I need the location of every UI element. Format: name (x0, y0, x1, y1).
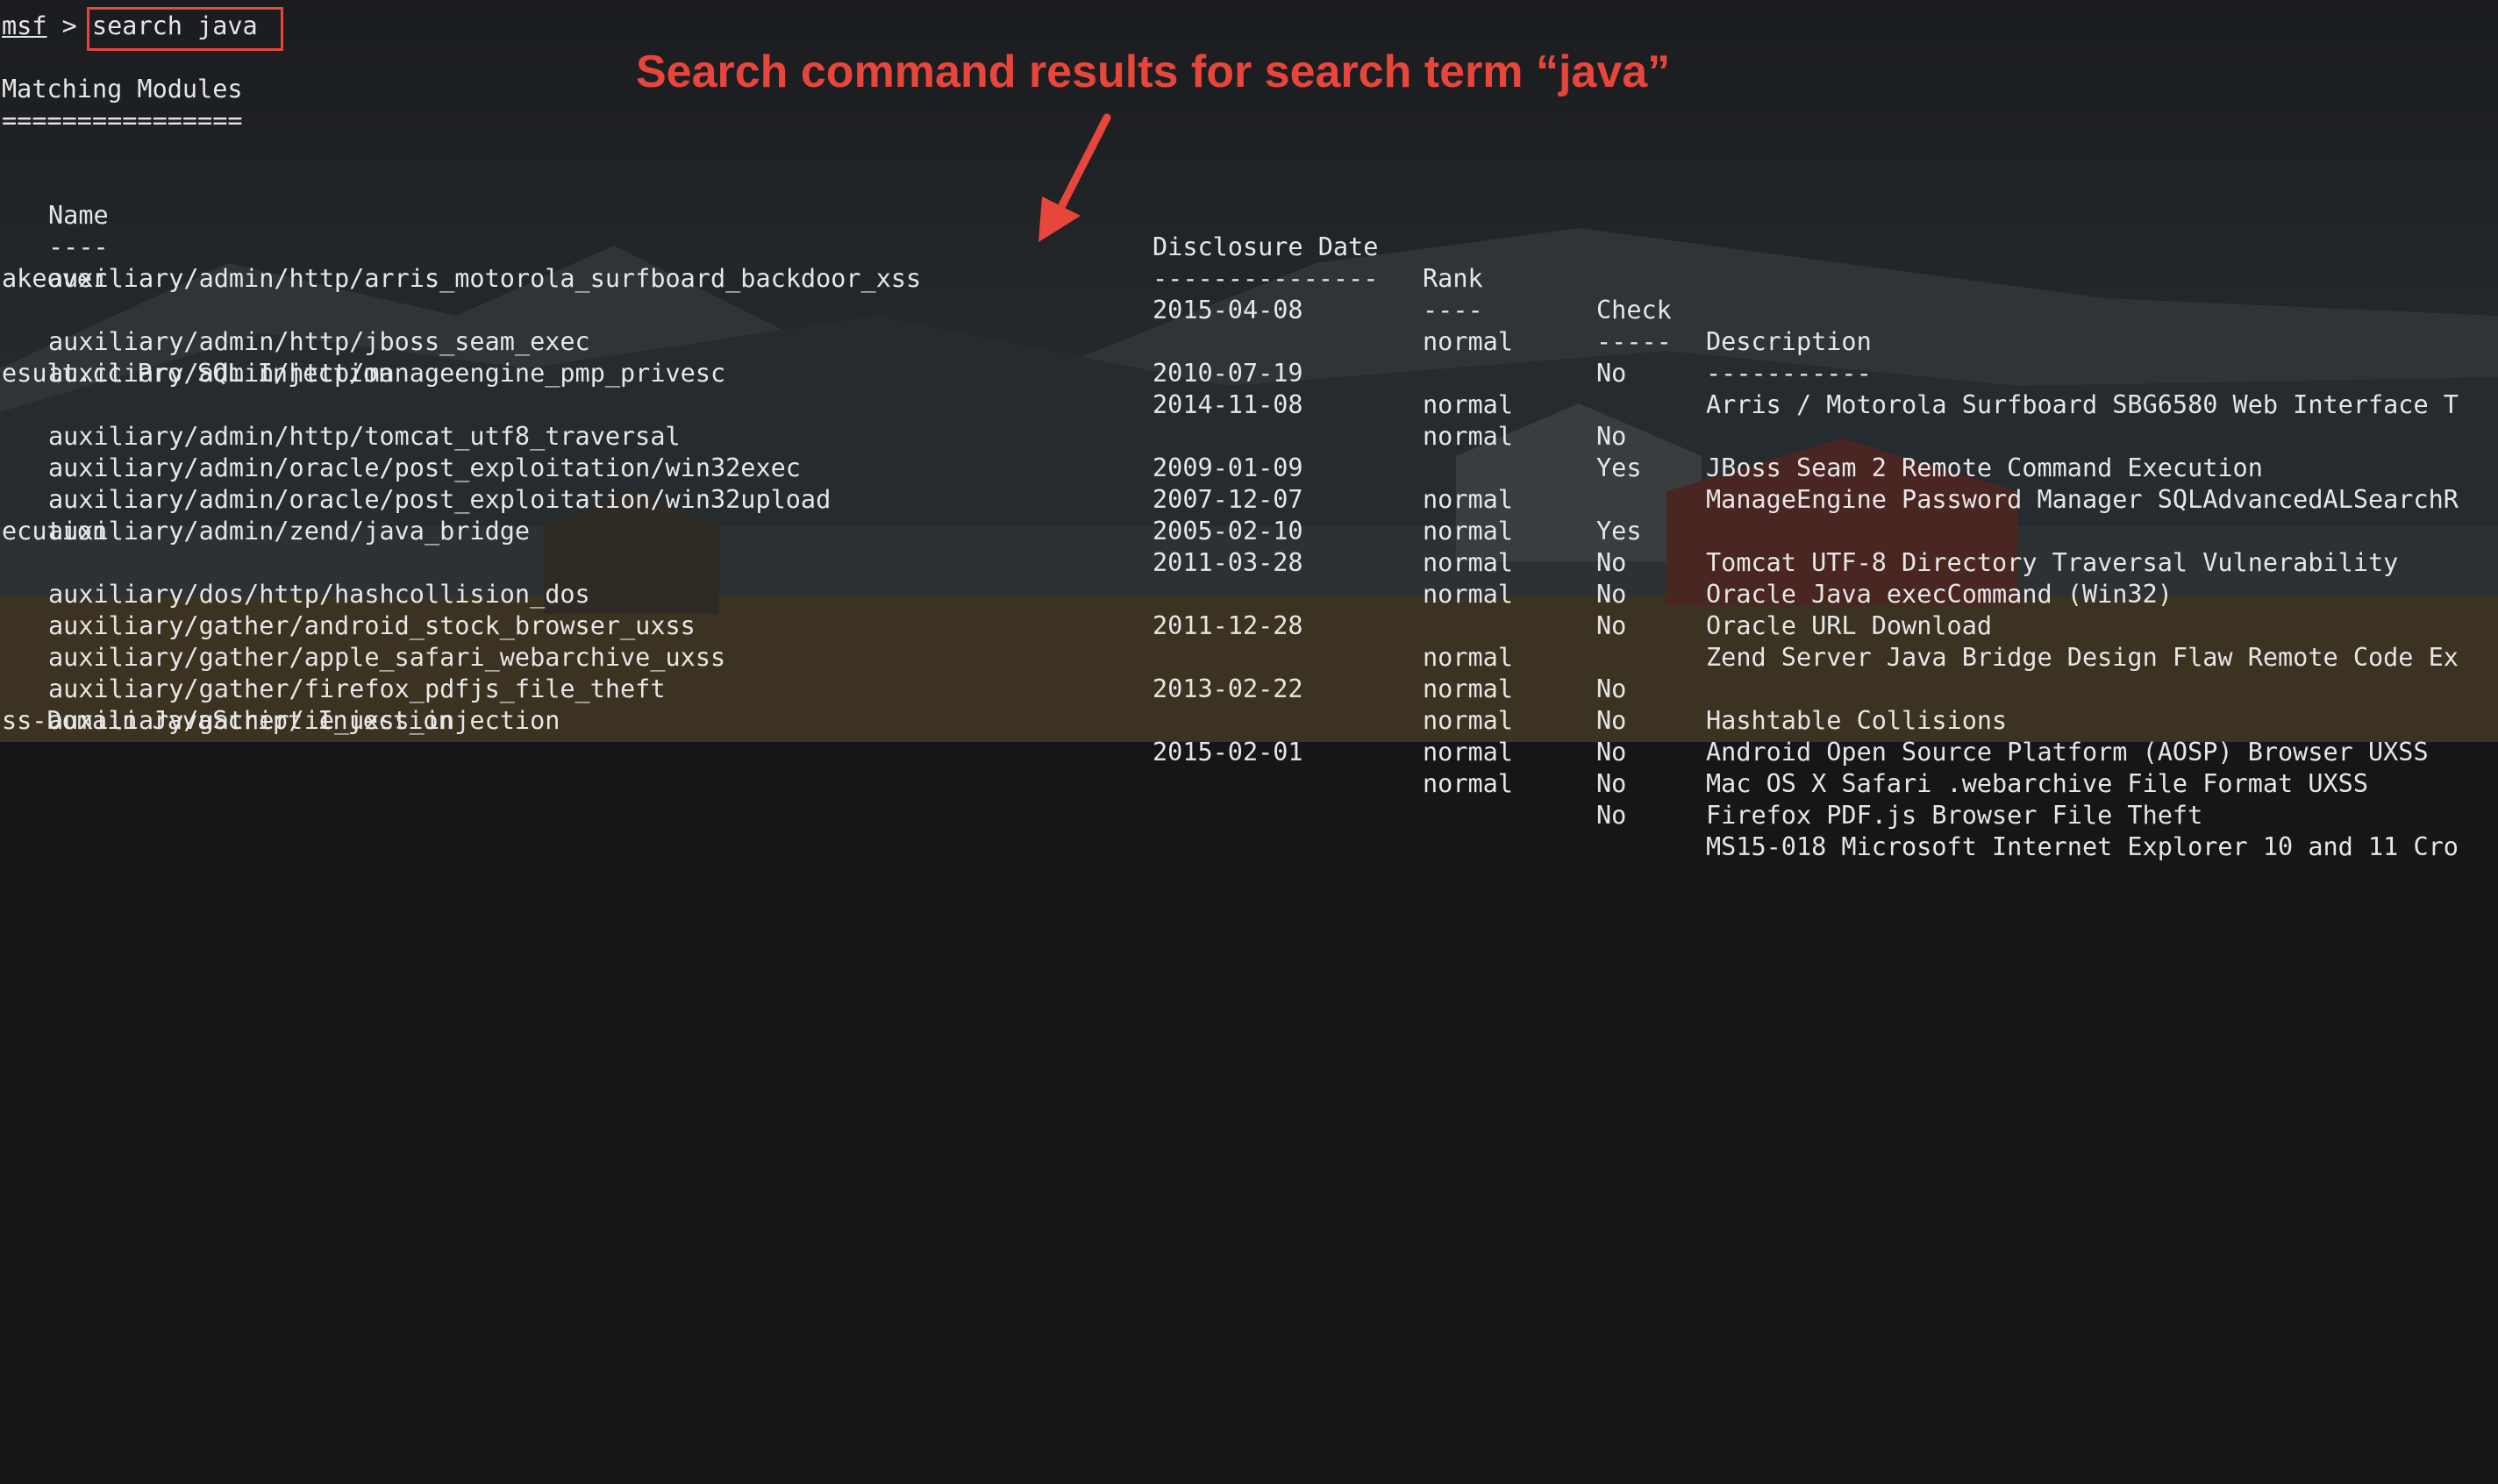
table-row: auxiliary/admin/http/jboss_seam_exec 201… (0, 295, 2498, 482)
disclosure-date: 2010-07-19 (1153, 359, 1303, 388)
description: Mac OS X Safari .webarchive File Format … (1706, 769, 2368, 798)
module-name: auxiliary/admin/http/arris_motorola_surf… (48, 264, 922, 293)
description-wrap: akeover (2, 264, 108, 293)
rank: normal (1423, 706, 1513, 735)
table-row: auxiliary/admin/http/tomcat_utf8_travers… (0, 389, 2498, 577)
check: No (1596, 769, 1627, 798)
table-row: auxiliary/gather/apple_safari_webarchive… (0, 610, 2498, 798)
check: No (1596, 738, 1627, 767)
description: Hashtable Collisions (1706, 706, 2008, 735)
description-wrap: esult.cc Pro SQL Injection (2, 359, 394, 388)
description: Firefox PDF.js Browser File Theft (1706, 801, 2203, 830)
table-row: auxiliary/admin/oracle/post_exploitation… (0, 453, 2498, 640)
description-wrap: ecution (2, 517, 108, 546)
underline-date: --------------- (1153, 264, 1379, 293)
table-header-row: Name Disclosure Date Rank Check Descript… (0, 168, 2498, 356)
table-row: auxiliary/admin/http/arris_motorola_surf… (0, 232, 2498, 419)
table-row: auxiliary/gather/android_stock_browser_u… (0, 579, 2498, 767)
table-row: auxiliary/admin/zend/java_bridge 2011-03… (0, 484, 2498, 672)
table-row: auxiliary/gather/ie_uxss_injection 2015-… (0, 674, 2498, 861)
underline-description: ----------- (1706, 359, 1872, 388)
table-row: auxiliary/gather/firefox_pdfjs_file_thef… (0, 642, 2498, 830)
table-underline-row: ---- --------------- ---- ----- --------… (0, 200, 2498, 388)
check: No (1596, 801, 1627, 830)
description: Android Open Source Platform (AOSP) Brow… (1706, 738, 2429, 767)
table-row: auxiliary/admin/oracle/post_exploitation… (0, 421, 2498, 609)
msf-prompt: msf (2, 11, 47, 40)
rank: normal (1423, 769, 1513, 798)
rank: normal (1423, 517, 1513, 546)
command-highlight-box (87, 7, 283, 51)
terminal-window[interactable]: msf > search java Matching Modules =====… (0, 0, 2498, 861)
description-wrap: ss-Domain JavaScript Injection (2, 706, 453, 735)
annotation-arrow-icon (1038, 113, 1111, 242)
rank: normal (1423, 738, 1513, 767)
description: MS15-018 Microsoft Internet Explorer 10 … (1706, 832, 2459, 861)
check: No (1596, 706, 1627, 735)
table-row: auxiliary/dos/http/hashcollision_dos 201… (0, 547, 2498, 735)
results-heading: Matching Modules (2, 75, 243, 103)
annotation-caption: Search command results for search term “… (636, 46, 1671, 97)
prompt-separator: > (46, 11, 92, 40)
module-name: auxiliary/admin/zend/java_bridge (48, 517, 531, 546)
table-row: auxiliary/admin/http/manageengine_pmp_pr… (0, 326, 2498, 514)
check: Yes (1596, 517, 1642, 546)
header-rank: Rank (1423, 264, 1483, 293)
disclosure-date: 2005-02-10 (1153, 517, 1303, 546)
check: No (1596, 359, 1627, 388)
disclosure-date: 2015-02-01 (1153, 738, 1303, 767)
heading-rule: ================ (2, 106, 243, 135)
